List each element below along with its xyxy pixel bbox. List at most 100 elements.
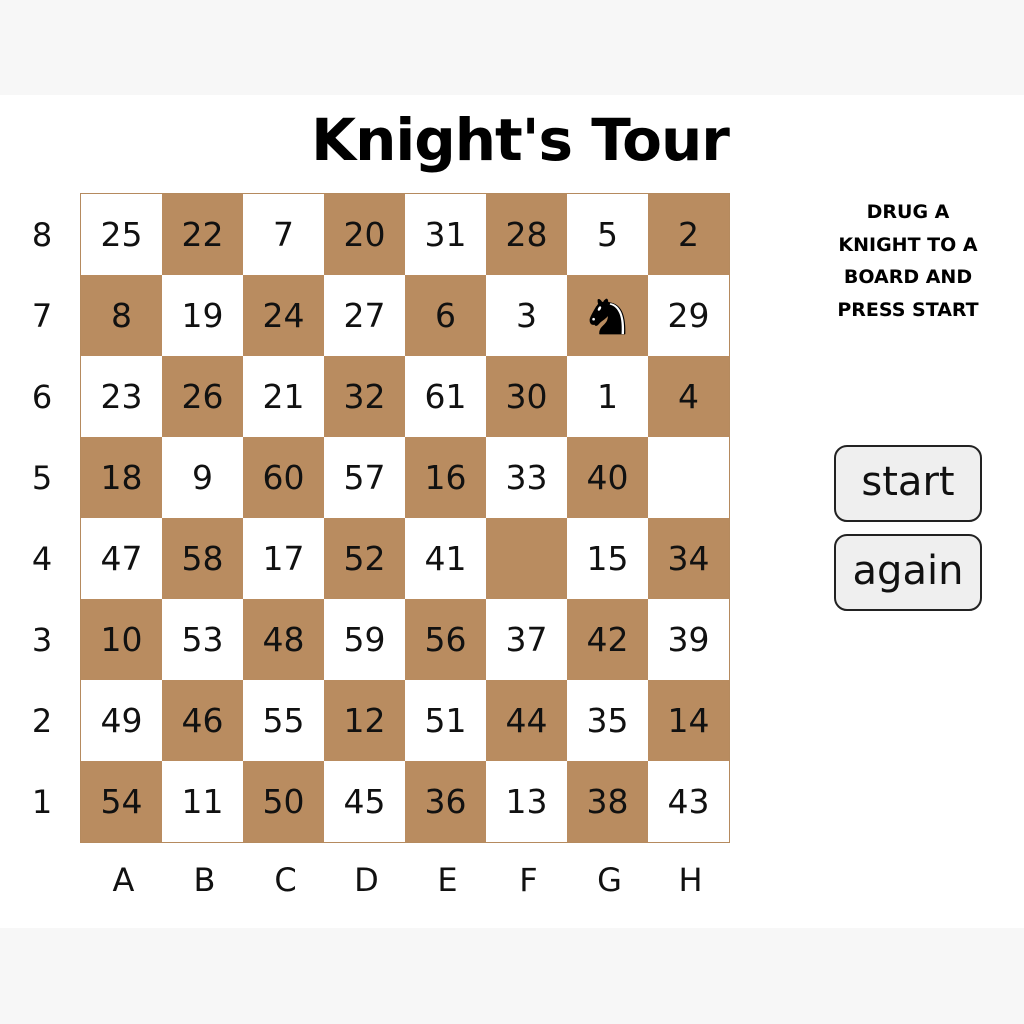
square-h1[interactable]: 43 (648, 761, 729, 842)
square-d2[interactable]: 12 (324, 680, 405, 761)
move-number: 4 (678, 377, 699, 416)
square-e2[interactable]: 51 (405, 680, 486, 761)
square-c8[interactable]: 7 (243, 194, 324, 275)
move-number: 31 (424, 215, 467, 254)
square-b2[interactable]: 46 (162, 680, 243, 761)
square-h3[interactable]: 39 (648, 599, 729, 680)
move-number: 44 (505, 701, 548, 740)
move-number: 57 (343, 458, 386, 497)
move-number: 45 (343, 782, 386, 821)
square-g8[interactable]: 5 (567, 194, 648, 275)
square-e6[interactable]: 61 (405, 356, 486, 437)
square-g5[interactable]: 40 (567, 437, 648, 518)
square-b5[interactable]: 9 (162, 437, 243, 518)
square-h5[interactable] (648, 437, 729, 518)
square-d5[interactable]: 57 (324, 437, 405, 518)
square-a5[interactable]: 18 (81, 437, 162, 518)
square-h6[interactable]: 4 (648, 356, 729, 437)
rank-label: 1 (31, 782, 53, 821)
square-h2[interactable]: 14 (648, 680, 729, 761)
square-f8[interactable]: 28 (486, 194, 567, 275)
square-b4[interactable]: 58 (162, 518, 243, 599)
square-c5[interactable]: 60 (243, 437, 324, 518)
square-e3[interactable]: 56 (405, 599, 486, 680)
square-e1[interactable]: 36 (405, 761, 486, 842)
move-number: 42 (586, 620, 629, 659)
square-c2[interactable]: 55 (243, 680, 324, 761)
move-number: 11 (181, 782, 224, 821)
move-number: 14 (667, 701, 710, 740)
square-h4[interactable]: 34 (648, 518, 729, 599)
square-c1[interactable]: 50 (243, 761, 324, 842)
again-button[interactable]: again (834, 534, 982, 611)
file-label: H (678, 861, 703, 899)
knight-icon[interactable] (584, 292, 632, 340)
square-f4[interactable] (486, 518, 567, 599)
square-e8[interactable]: 31 (405, 194, 486, 275)
square-b1[interactable]: 11 (162, 761, 243, 842)
square-g6[interactable]: 1 (567, 356, 648, 437)
square-d7[interactable]: 27 (324, 275, 405, 356)
square-a4[interactable]: 47 (81, 518, 162, 599)
square-h7[interactable]: 29 (648, 275, 729, 356)
square-g1[interactable]: 38 (567, 761, 648, 842)
chess-board[interactable]: 25 22 7 20 31 28 5 2 8 19 24 27 6 3 29 23 26 21 32 61 30 1 4 18… (81, 194, 729, 842)
square-f1[interactable]: 13 (486, 761, 567, 842)
square-d4[interactable]: 52 (324, 518, 405, 599)
square-g3[interactable]: 42 (567, 599, 648, 680)
square-d8[interactable]: 20 (324, 194, 405, 275)
square-e7[interactable]: 6 (405, 275, 486, 356)
square-f6[interactable]: 30 (486, 356, 567, 437)
move-number: 19 (181, 296, 224, 335)
move-number: 35 (586, 701, 629, 740)
square-d6[interactable]: 32 (324, 356, 405, 437)
square-b6[interactable]: 26 (162, 356, 243, 437)
move-number: 36 (424, 782, 467, 821)
move-number: 28 (505, 215, 548, 254)
square-f7[interactable]: 3 (486, 275, 567, 356)
move-number: 22 (181, 215, 224, 254)
square-a2[interactable]: 49 (81, 680, 162, 761)
square-a8[interactable]: 25 (81, 194, 162, 275)
move-number: 48 (262, 620, 305, 659)
square-a6[interactable]: 23 (81, 356, 162, 437)
square-c3[interactable]: 48 (243, 599, 324, 680)
move-number: 34 (667, 539, 710, 578)
page-title: Knight's Tour (311, 106, 730, 174)
square-g4[interactable]: 15 (567, 518, 648, 599)
square-f2[interactable]: 44 (486, 680, 567, 761)
move-number: 43 (667, 782, 710, 821)
move-number: 29 (667, 296, 710, 335)
square-d1[interactable]: 45 (324, 761, 405, 842)
move-number: 51 (424, 701, 467, 740)
square-f5[interactable]: 33 (486, 437, 567, 518)
move-number: 60 (262, 458, 305, 497)
square-g7[interactable] (567, 275, 648, 356)
move-number: 54 (100, 782, 143, 821)
move-number: 1 (597, 377, 618, 416)
file-label: F (519, 861, 538, 899)
square-e5[interactable]: 16 (405, 437, 486, 518)
move-number: 46 (181, 701, 224, 740)
square-c4[interactable]: 17 (243, 518, 324, 599)
move-number: 10 (100, 620, 143, 659)
move-number: 33 (505, 458, 548, 497)
square-b7[interactable]: 19 (162, 275, 243, 356)
square-f3[interactable]: 37 (486, 599, 567, 680)
square-a3[interactable]: 10 (81, 599, 162, 680)
square-a7[interactable]: 8 (81, 275, 162, 356)
square-c6[interactable]: 21 (243, 356, 324, 437)
move-number: 18 (100, 458, 143, 497)
square-g2[interactable]: 35 (567, 680, 648, 761)
square-h8[interactable]: 2 (648, 194, 729, 275)
square-b8[interactable]: 22 (162, 194, 243, 275)
move-number: 32 (343, 377, 386, 416)
square-a1[interactable]: 54 (81, 761, 162, 842)
move-number: 15 (586, 539, 629, 578)
square-d3[interactable]: 59 (324, 599, 405, 680)
square-c7[interactable]: 24 (243, 275, 324, 356)
square-b3[interactable]: 53 (162, 599, 243, 680)
move-number: 26 (181, 377, 224, 416)
square-e4[interactable]: 41 (405, 518, 486, 599)
start-button[interactable]: start (834, 445, 982, 522)
